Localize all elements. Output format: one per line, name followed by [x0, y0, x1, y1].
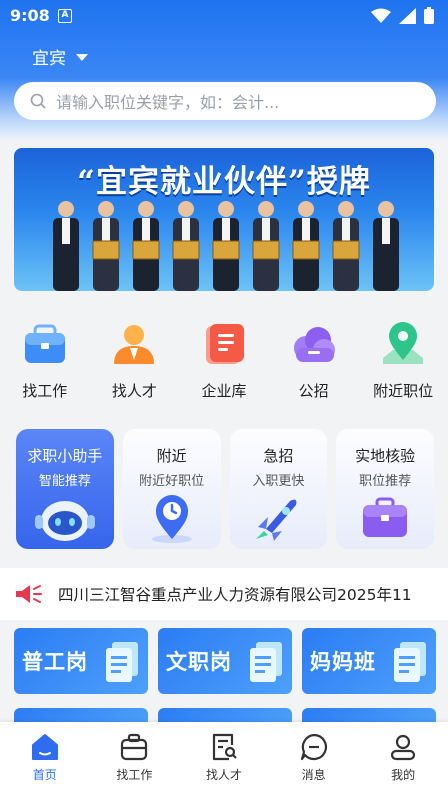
- battery-icon: [424, 7, 434, 24]
- banner-person: [292, 201, 320, 291]
- suitcase-icon: [363, 497, 408, 537]
- quick-menu-label: 公招: [298, 382, 329, 400]
- bottom-tab-bar: 首页 找工作 找人才 消息 我的: [0, 722, 448, 796]
- robot-icon: [34, 501, 95, 541]
- tile-label: 妈妈班: [310, 650, 376, 674]
- feature-cards: 求职小助手 智能推荐 附近 附近好职位 急招 入职更快 实地核验 职位推荐: [16, 429, 434, 549]
- banner-person: [172, 201, 200, 291]
- quick-menu-company-library[interactable]: 企业库: [179, 320, 269, 410]
- card-onsite-verification[interactable]: 实地核验 职位推荐: [336, 429, 434, 549]
- document-icon: [205, 324, 244, 364]
- card-job-assistant[interactable]: 求职小助手 智能推荐: [16, 429, 114, 549]
- card-subtitle: 智能推荐: [38, 474, 91, 489]
- home-icon: [31, 734, 58, 760]
- tile-mom-shift[interactable]: 妈妈班: [302, 628, 436, 694]
- banner-photo: [53, 201, 399, 291]
- card-title: 实地核验: [355, 447, 416, 465]
- quick-menu-label: 找工作: [22, 382, 68, 400]
- tile-clerical[interactable]: 文职岗: [158, 628, 292, 694]
- banner-person: [53, 201, 79, 291]
- card-title: 附近: [156, 447, 187, 465]
- person-icon: [114, 325, 155, 364]
- tab-label: 找工作: [116, 768, 153, 782]
- rocket-icon: [256, 499, 297, 541]
- city-label: 宜宾: [32, 49, 66, 69]
- user-icon: [391, 734, 416, 761]
- tab-label: 消息: [301, 768, 326, 782]
- resume-search-icon: [212, 733, 237, 761]
- banner-person: [212, 201, 240, 291]
- tile-general-worker[interactable]: 普工岗: [14, 628, 148, 694]
- quick-menu-public-recruitment[interactable]: 公招: [269, 320, 359, 410]
- tab-find-talent[interactable]: 找人才: [179, 722, 269, 796]
- search-bar[interactable]: 请输入职位关键字，如：会计...: [14, 82, 436, 120]
- card-title: 急招: [263, 447, 294, 465]
- banner-person: [373, 201, 399, 291]
- quick-menu-nearby-jobs[interactable]: 附近职位: [358, 320, 448, 410]
- tab-label: 找人才: [205, 768, 242, 782]
- map-pin-icon: [383, 322, 424, 364]
- tile-label: 普工岗: [22, 650, 88, 674]
- quick-menu-label: 找人才: [111, 382, 157, 400]
- status-icons: [371, 7, 434, 24]
- quick-menu-label: 附近职位: [373, 382, 434, 400]
- notice-text: 四川三江智谷重点产业人力资源有限公司2025年11: [58, 586, 412, 604]
- quick-menu: 找工作 找人才 企业库 公招 附近职位: [0, 320, 448, 410]
- signal-icon: [399, 7, 416, 24]
- banner[interactable]: “宜宾就业伙伴”授牌: [14, 148, 434, 291]
- banner-person: [132, 201, 160, 291]
- card-nearby[interactable]: 附近 附近好职位: [122, 429, 221, 549]
- tab-profile[interactable]: 我的: [358, 722, 448, 796]
- cloud-icon: [293, 327, 335, 362]
- document-stack-icon: [394, 642, 426, 682]
- card-urgent-hiring[interactable]: 急招 入职更快: [229, 429, 328, 549]
- tab-home[interactable]: 首页: [0, 722, 90, 796]
- quick-menu-find-talent[interactable]: 找人才: [90, 320, 180, 410]
- card-subtitle: 职位推荐: [359, 474, 412, 489]
- search-icon: [30, 93, 46, 109]
- quick-menu-find-job[interactable]: 找工作: [0, 320, 90, 410]
- status-bar: 9:08 A: [0, 0, 448, 32]
- card-subtitle: 附近好职位: [139, 474, 205, 489]
- tab-label: 首页: [32, 768, 57, 782]
- megaphone-icon: [16, 585, 42, 603]
- document-stack-icon: [106, 642, 138, 682]
- quick-menu-label: 企业库: [201, 382, 247, 400]
- briefcase-icon: [24, 324, 65, 363]
- notification-badge: A: [58, 9, 72, 23]
- location-clock-icon: [151, 495, 192, 543]
- tile-label: 文职岗: [166, 650, 232, 674]
- banner-person: [332, 201, 360, 291]
- status-time: 9:08: [10, 6, 50, 25]
- banner-person: [252, 201, 280, 291]
- card-title: 求职小助手: [27, 447, 103, 465]
- search-input[interactable]: 请输入职位关键字，如：会计...: [56, 89, 279, 113]
- chevron-down-icon: [76, 54, 88, 61]
- wifi-icon: [371, 8, 391, 23]
- tab-label: 我的: [391, 768, 416, 782]
- message-icon: [300, 733, 327, 761]
- banner-person: [92, 201, 120, 291]
- city-selector[interactable]: 宜宾: [32, 44, 88, 69]
- briefcase-icon: [121, 733, 148, 761]
- tab-messages[interactable]: 消息: [269, 722, 359, 796]
- notice-bar[interactable]: 四川三江智谷重点产业人力资源有限公司2025年11: [0, 568, 448, 620]
- card-subtitle: 入职更快: [252, 474, 305, 489]
- tab-find-job[interactable]: 找工作: [90, 722, 180, 796]
- document-stack-icon: [250, 642, 282, 682]
